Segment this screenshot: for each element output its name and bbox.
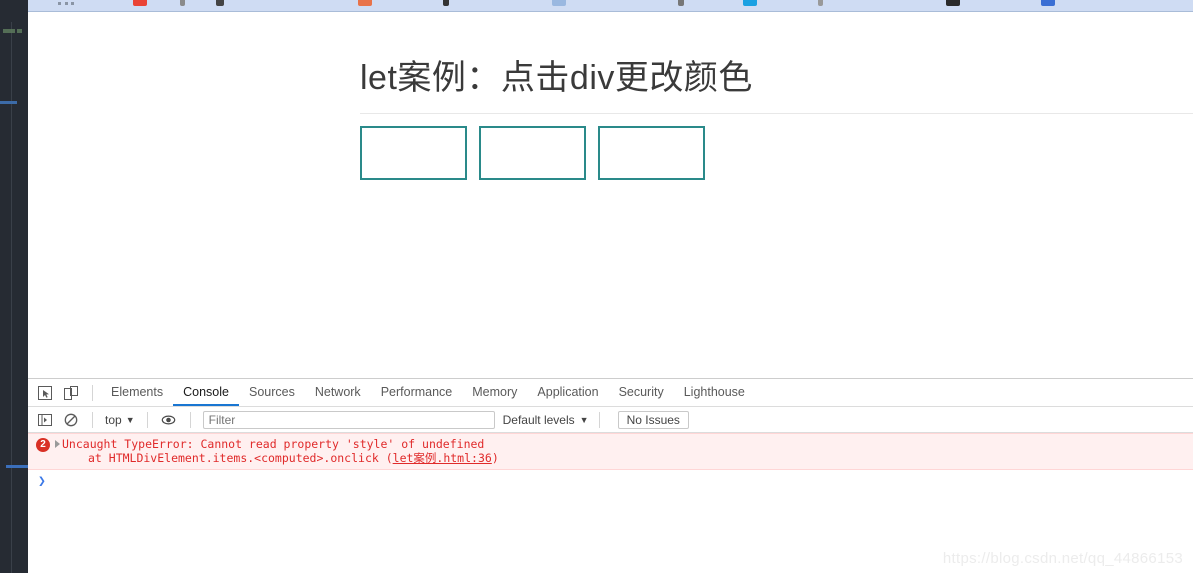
bookmark-item[interactable] bbox=[180, 0, 185, 6]
bookmark-item[interactable] bbox=[743, 0, 757, 6]
tab-lighthouse[interactable]: Lighthouse bbox=[674, 379, 755, 406]
devtools-panel: Elements Console Sources Network Perform… bbox=[28, 378, 1193, 574]
bookmark-item[interactable] bbox=[678, 0, 684, 6]
toolbar-divider bbox=[189, 411, 191, 428]
clear-console-icon[interactable] bbox=[58, 407, 84, 433]
color-box[interactable] bbox=[479, 126, 586, 180]
error-stack-suffix: ) bbox=[491, 451, 499, 465]
error-count-badge: 2 bbox=[36, 438, 50, 452]
toolbar-divider bbox=[92, 411, 93, 428]
error-source-link[interactable]: let案例.html:36 bbox=[393, 451, 492, 465]
bookmarks-bar[interactable] bbox=[28, 0, 1193, 12]
color-box-row bbox=[360, 126, 705, 180]
page-title: let案例：点击div更改颜色 bbox=[360, 59, 753, 97]
editor-selection-highlight bbox=[0, 101, 17, 104]
prompt-caret-icon: ❯ bbox=[38, 473, 46, 489]
chevron-down-icon: ▼ bbox=[125, 414, 135, 425]
toolbar-divider bbox=[598, 411, 600, 428]
editor-minimap-mark bbox=[3, 29, 15, 33]
issues-button[interactable]: No Issues bbox=[617, 410, 689, 429]
bookmark-item[interactable] bbox=[58, 2, 74, 8]
toolbar-divider bbox=[92, 384, 93, 401]
watermark: https://blog.csdn.net/qq_44866153 bbox=[942, 550, 1183, 567]
filter-input[interactable] bbox=[202, 410, 495, 429]
toolbar-divider bbox=[146, 411, 148, 428]
title-divider bbox=[360, 113, 1193, 114]
bookmark-item[interactable] bbox=[1041, 0, 1055, 6]
log-levels-selector[interactable]: Default levels ▼ bbox=[503, 413, 589, 427]
error-stack-line: at HTMLDivElement.items.<computed>.oncli… bbox=[62, 451, 1193, 465]
editor-strip bbox=[0, 0, 28, 573]
editor-selection-highlight-secondary bbox=[6, 465, 28, 468]
tab-console[interactable]: Console bbox=[173, 379, 239, 406]
error-stack-prefix: at HTMLDivElement.items.<computed>.oncli… bbox=[88, 451, 393, 465]
bookmark-item[interactable] bbox=[133, 0, 147, 6]
devtools-tabbar: Elements Console Sources Network Perform… bbox=[28, 379, 1193, 407]
chevron-down-icon: ▼ bbox=[579, 414, 589, 425]
log-levels-label: Default levels bbox=[502, 412, 575, 427]
bookmark-item[interactable] bbox=[946, 0, 960, 6]
bookmark-item[interactable] bbox=[818, 0, 823, 6]
tab-network[interactable]: Network bbox=[305, 379, 371, 406]
error-message-text: Uncaught TypeError: Cannot read property… bbox=[62, 437, 485, 451]
bookmark-item[interactable] bbox=[552, 0, 566, 6]
tab-security[interactable]: Security bbox=[609, 379, 674, 406]
editor-minimap-mark-secondary bbox=[17, 29, 22, 33]
console-message-list: 2 Uncaught TypeError: Cannot read proper… bbox=[28, 433, 1193, 492]
tab-sources[interactable]: Sources bbox=[239, 379, 305, 406]
editor-gutter-divider bbox=[11, 22, 12, 573]
tab-application[interactable]: Application bbox=[527, 379, 608, 406]
bookmark-item[interactable] bbox=[443, 0, 449, 6]
console-prompt-row[interactable]: ❯ bbox=[28, 470, 1193, 492]
expand-triangle-icon[interactable] bbox=[55, 440, 60, 448]
device-toolbar-icon[interactable] bbox=[58, 380, 84, 406]
console-sidebar-icon[interactable] bbox=[32, 407, 58, 433]
tab-memory[interactable]: Memory bbox=[462, 379, 527, 406]
inspect-element-icon[interactable] bbox=[32, 380, 58, 406]
console-toolbar: top ▼ Default levels ▼ No Issues bbox=[28, 407, 1193, 433]
live-expression-eye-icon[interactable] bbox=[156, 407, 182, 433]
console-context-selector[interactable]: top ▼ bbox=[101, 413, 139, 427]
tab-elements[interactable]: Elements bbox=[101, 379, 173, 406]
color-box[interactable] bbox=[360, 126, 467, 180]
tab-performance[interactable]: Performance bbox=[371, 379, 463, 406]
color-box[interactable] bbox=[598, 126, 705, 180]
console-error-message[interactable]: 2 Uncaught TypeError: Cannot read proper… bbox=[28, 433, 1193, 470]
bookmark-item[interactable] bbox=[358, 0, 372, 6]
page-viewport: let案例：点击div更改颜色 bbox=[28, 12, 1193, 378]
bookmark-item[interactable] bbox=[216, 0, 224, 6]
console-context-label: top bbox=[105, 412, 122, 427]
